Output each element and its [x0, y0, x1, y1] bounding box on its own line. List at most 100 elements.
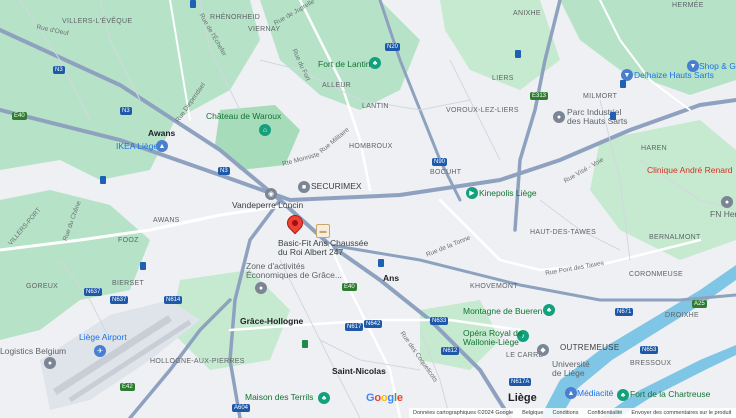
road-shield-n617a: N617A: [509, 378, 532, 386]
place-hombroux: HOMBROUX: [349, 143, 393, 150]
place-coronmeuse: CORONMEUSE: [629, 271, 683, 278]
place-hollogne-aux-pierres: HOLLOGNE-AUX-PIERRES: [150, 358, 245, 365]
landmark-icon[interactable]: ⌂: [259, 124, 271, 136]
place-outremeuse: OUTREMEUSE: [560, 343, 620, 352]
bus-stop-icon-5[interactable]: [140, 262, 146, 270]
place-alleur: ALLEUR: [322, 82, 352, 89]
shopping-bag-icon[interactable]: ▲: [156, 140, 168, 152]
town-ans: Ans: [383, 273, 400, 283]
poi-basic-fit[interactable]: Basic-Fit Ans Chaussée du Roi Albert 247: [278, 238, 368, 258]
road-shield-n90: N90: [432, 158, 448, 166]
road-shield-n20: N20: [385, 43, 401, 51]
bus-stop-icon[interactable]: [190, 0, 196, 8]
road-shield-n642: N642: [364, 320, 383, 328]
road-shield-n653: N653: [640, 346, 659, 354]
map-canvas[interactable]: VILLERS-L'ÉVÊQUE RHÉNORHEID VIERNAY ALLE…: [0, 0, 736, 418]
place-droixhe: DROIXHE: [665, 312, 699, 319]
bus-stop-icon-6[interactable]: [378, 259, 384, 267]
road-shield-n614: N614: [164, 296, 183, 304]
poi-securimex[interactable]: SECURIMEX: [311, 182, 362, 191]
hill-icon[interactable]: ♣: [318, 392, 330, 404]
bus-stop-icon-2[interactable]: [515, 50, 521, 58]
school-icon[interactable]: ◆: [537, 344, 549, 356]
terms-link[interactable]: Conditions: [553, 410, 579, 416]
place-haren: HAREN: [641, 145, 668, 152]
viewpoint-icon[interactable]: ♣: [543, 304, 555, 316]
poi-universite[interactable]: Université de Liège: [552, 359, 590, 379]
place-lantin: LANTIN: [362, 103, 389, 110]
building-icon[interactable]: ■: [298, 181, 310, 193]
poi-montagne-bueren[interactable]: Montagne de Bueren: [463, 307, 542, 316]
place-anixhe: ANIXHE: [513, 10, 541, 17]
road-shield-e40: E40: [12, 112, 27, 120]
region-link[interactable]: Belgique: [522, 410, 543, 416]
road-shield-n617: N617: [345, 323, 364, 331]
place-milmort: MILMORT: [583, 93, 618, 100]
road-shield-n637: N637: [84, 288, 103, 296]
fort-icon[interactable]: ♣: [617, 389, 629, 401]
road-shield-e42: E42: [120, 383, 135, 391]
road-shield-e40-b: E40: [342, 283, 357, 291]
poi-fort-lantin[interactable]: Fort de Lantin: [318, 60, 370, 69]
road-shield-n612: N612: [441, 347, 460, 355]
road-shield-a604: A604: [232, 404, 251, 412]
place-awans-village: AWANS: [153, 217, 180, 224]
cart-icon[interactable]: ▼: [687, 60, 699, 72]
map-data-credit[interactable]: Données cartographiques ©2024 Google: [413, 410, 513, 416]
place-rhenorheid: RHÉNORHEID: [210, 14, 261, 21]
poi-parc-industriel[interactable]: Parc Industriel des Hauts Sarts: [567, 107, 627, 127]
poi-chateau-waroux[interactable]: Château de Waroux: [206, 112, 281, 121]
google-logo: Google: [366, 392, 403, 404]
bus-stop-icon-4[interactable]: [100, 176, 106, 184]
attribution-bar: Données cartographiques ©2024 Google Bel…: [409, 408, 736, 418]
town-grace-hollogne: Grâce-Hollogne: [240, 316, 304, 326]
poi-liege-airport[interactable]: Liège Airport: [79, 333, 127, 342]
film-icon[interactable]: ▶: [466, 187, 478, 199]
town-awans: Awans: [148, 128, 176, 138]
bus-stop-icon-3[interactable]: [620, 80, 626, 88]
privacy-link[interactable]: Confidentialité: [588, 410, 623, 416]
bus-stop-icon-7[interactable]: [302, 340, 308, 348]
feedback-link[interactable]: Envoyer des commentaires sur le produit: [631, 410, 731, 416]
poi-maison-terrils[interactable]: Maison des Terrils: [245, 393, 313, 402]
location-pin-icon[interactable]: ●: [255, 282, 267, 294]
road-shield-a25: A25: [692, 300, 707, 308]
factory-icon[interactable]: ●: [553, 111, 565, 123]
tree-icon[interactable]: ♣: [369, 57, 381, 69]
bag-icon[interactable]: ▲: [565, 387, 577, 399]
poi-kinepolis[interactable]: Kinepolis Liège: [479, 189, 537, 198]
road-shield-n3-c: N3: [218, 167, 230, 175]
place-fooz: FOOZ: [118, 237, 139, 244]
poi-fn-herstal[interactable]: FN Her: [710, 210, 736, 219]
poi-opera[interactable]: Opéra Royal de Wallonie-Liège: [463, 328, 523, 348]
poi-zone-activites[interactable]: Zone d'activités Économiques de Grâce...: [246, 261, 342, 281]
poi-vandeperre[interactable]: Vandeperre Loncin: [232, 201, 303, 210]
road-shield-n3: N3: [53, 66, 65, 74]
logo-letter-e: e: [396, 392, 403, 404]
car-icon[interactable]: ◉: [265, 188, 277, 200]
poi-logistics[interactable]: Logistics Belgium: [0, 347, 66, 356]
place-bressoux: BRESSOUX: [630, 360, 672, 367]
place-voroux: VOROUX-LEZ-LIERS: [446, 107, 519, 114]
bus-stop-icon-8[interactable]: [610, 112, 616, 120]
place-bernalmont: BERNALMONT: [649, 234, 701, 241]
road-shield-n633: N633: [430, 317, 449, 325]
town-saint-nicolas: Saint-Nicolas: [332, 366, 386, 376]
poi-delhaize[interactable]: Delhaize Hauts Sarts: [634, 71, 714, 80]
place-hermee: HERMÉE: [672, 2, 704, 9]
poi-fort-chartreuse[interactable]: Fort de la Chartreuse: [630, 390, 710, 399]
industry-icon[interactable]: ●: [721, 196, 733, 208]
place-villers-leveque: VILLERS-L'ÉVÊQUE: [62, 18, 133, 25]
warehouse-icon[interactable]: ●: [44, 357, 56, 369]
poi-mediacite[interactable]: Médiacité: [577, 389, 613, 398]
poi-ikea[interactable]: IKEA Liège: [116, 142, 158, 151]
road-shield-n671: N671: [615, 308, 634, 316]
place-goreux: GOREUX: [26, 283, 59, 290]
airplane-icon[interactable]: ✈: [94, 345, 106, 357]
vegetation-northeast: [560, 0, 736, 95]
poi-clinique[interactable]: Clinique André Renard: [647, 166, 733, 175]
place-khovemont: KHOVEMONT: [470, 283, 518, 290]
logo-letter-g: G: [366, 392, 375, 404]
road-shield-n637-b: N637: [110, 296, 129, 304]
gym-icon[interactable]: ▬: [316, 224, 330, 238]
